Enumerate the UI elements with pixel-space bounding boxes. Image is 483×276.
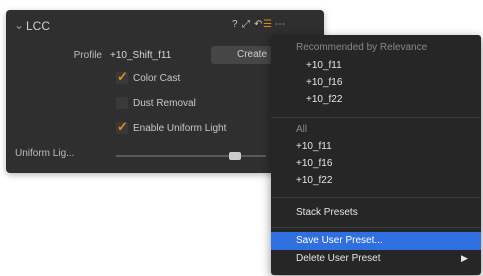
- all-header: All: [296, 124, 308, 135]
- uniform-light-slider[interactable]: [116, 152, 266, 160]
- recommended-header: Recommended by Relevance: [296, 42, 428, 53]
- presets-menu: Recommended by Relevance +10_f11 +10_f16…: [271, 35, 481, 275]
- menu-separator: [271, 227, 481, 228]
- menu-item-recommended-f22[interactable]: +10_f22: [306, 94, 342, 105]
- profile-label: Profile: [73, 50, 102, 61]
- reset-icon[interactable]: ↶: [254, 19, 262, 30]
- enable-uniform-light-checkbox[interactable]: [116, 119, 128, 135]
- dust-removal-label: Dust Removal: [133, 98, 196, 109]
- menu-item-recommended-f11[interactable]: +10_f11: [306, 60, 342, 71]
- help-icon[interactable]: ?: [232, 19, 238, 30]
- more-icon[interactable]: ⋯: [275, 19, 285, 30]
- menu-item-save-user-preset[interactable]: Save User Preset...: [296, 235, 383, 246]
- dust-removal-checkbox[interactable]: [116, 97, 128, 109]
- menu-item-recommended-f16[interactable]: +10_f16: [306, 77, 342, 88]
- slider-thumb[interactable]: [229, 152, 241, 160]
- menu-item-stack-presets[interactable]: Stack Presets: [296, 207, 358, 218]
- menu-separator: [271, 117, 481, 118]
- presets-icon[interactable]: ☰: [263, 19, 272, 30]
- panel-title: LCC: [26, 19, 51, 33]
- copy-apply-icon[interactable]: ⤢: [242, 19, 250, 30]
- color-cast-checkbox[interactable]: [116, 69, 128, 85]
- uniform-light-slider-label: Uniform Lig...: [15, 148, 75, 159]
- menu-item-all-f11[interactable]: +10_f11: [296, 141, 332, 152]
- collapse-chevron-icon[interactable]: ⌄: [14, 18, 24, 32]
- menu-item-all-f16[interactable]: +10_f16: [296, 158, 332, 169]
- menu-separator: [271, 197, 481, 198]
- color-cast-label: Color Cast: [133, 73, 181, 84]
- menu-item-all-f22[interactable]: +10_f22: [296, 175, 332, 186]
- submenu-arrow-icon: ▶: [461, 253, 468, 263]
- profile-value[interactable]: +10_Shift_f11: [110, 50, 171, 61]
- enable-uniform-light-label: Enable Uniform Light: [133, 123, 227, 134]
- menu-item-delete-user-preset[interactable]: Delete User Preset: [296, 253, 380, 264]
